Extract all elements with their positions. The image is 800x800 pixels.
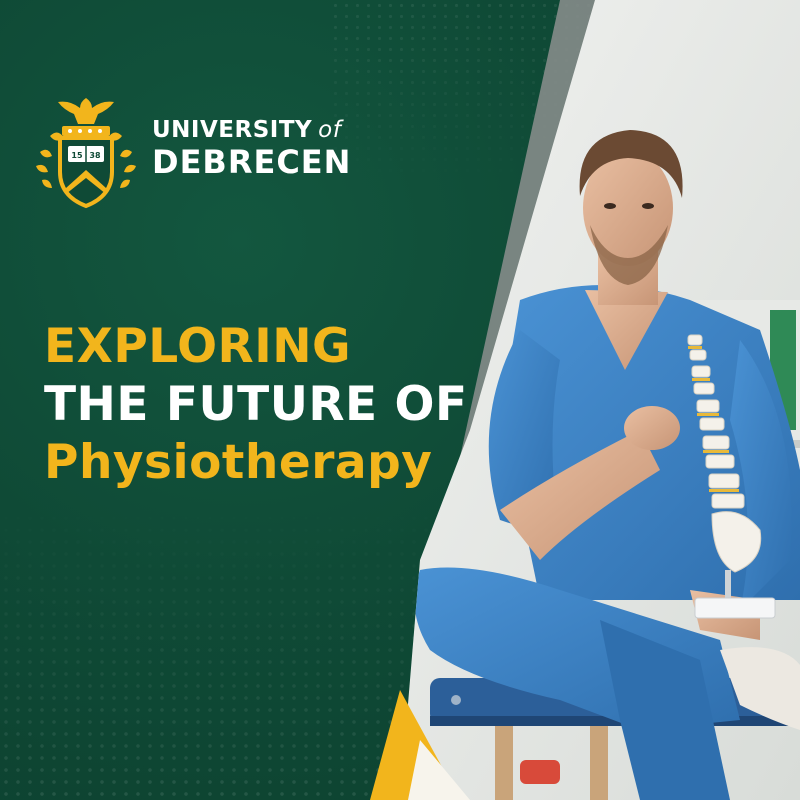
headline-line1: EXPLORING (44, 319, 352, 374)
university-wordmark: UNIVERSITY of DEBRECEN (152, 116, 351, 180)
svg-text:38: 38 (89, 151, 101, 160)
headline-line2: THE FUTURE OF (44, 377, 468, 432)
wordmark-line1: UNIVERSITY of (152, 116, 351, 144)
promo-banner: 15 38 UNIVERSITY of DEBRECEN EXPLORING TH… (0, 0, 800, 800)
svg-text:15: 15 (71, 151, 83, 160)
university-crest-icon: 15 38 (30, 92, 142, 212)
headline-line3: Physiotherapy (44, 435, 433, 490)
wordmark-university: UNIVERSITY (152, 117, 313, 143)
wordmark-of: of (318, 117, 342, 143)
headline: EXPLORING THE FUTURE OF Physiotherapy (44, 318, 468, 492)
wordmark-debrecen: DEBRECEN (152, 143, 352, 181)
